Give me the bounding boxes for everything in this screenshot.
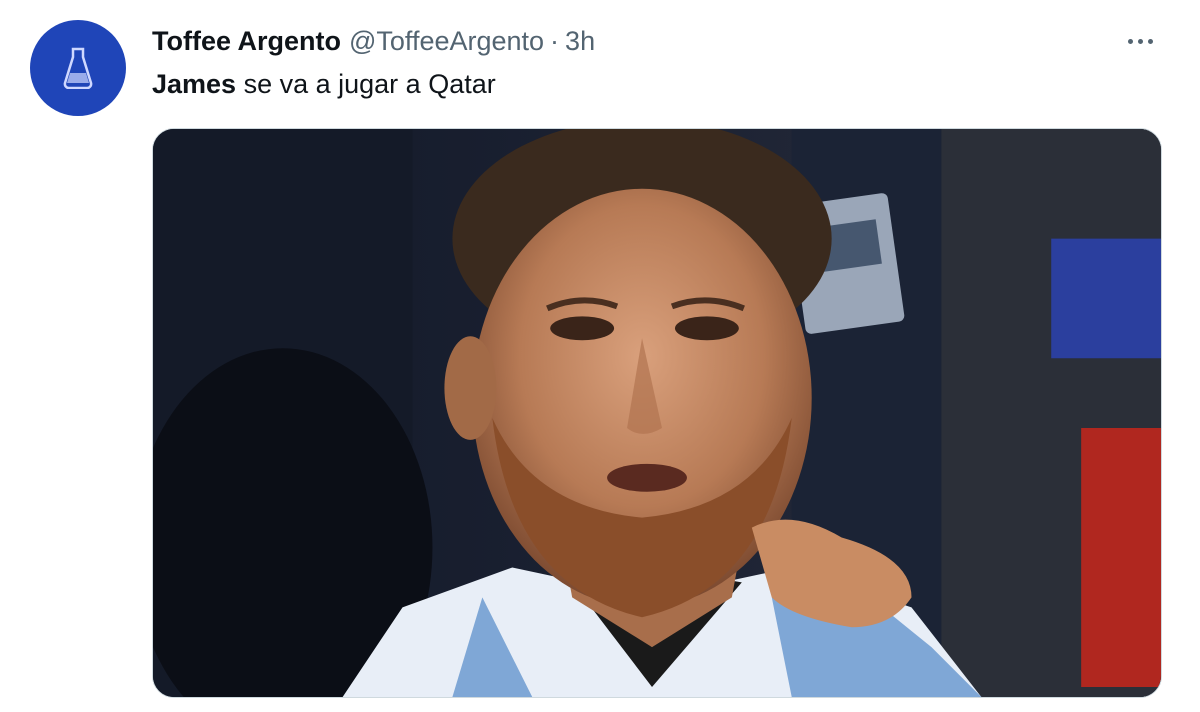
avatar[interactable] (30, 20, 126, 116)
tweet-text: James se va a jugar a Qatar (152, 66, 496, 102)
photo-crying-player (153, 129, 1161, 697)
tweet-text-body: se va a jugar a Qatar (236, 69, 496, 99)
more-options-button[interactable] (1120, 24, 1160, 58)
tweet-text-mention: James (152, 69, 237, 99)
more-horizontal-icon-dot (1137, 38, 1143, 44)
separator-dot: · (550, 26, 560, 56)
tweet-timestamp[interactable]: 3h (565, 24, 595, 58)
tweet-header: Toffee Argento @ToffeeArgento · 3h (152, 24, 595, 58)
more-horizontal-icon (1127, 38, 1133, 44)
author-display-name[interactable]: Toffee Argento (152, 24, 341, 58)
tweet-card[interactable]: Toffee Argento @ToffeeArgento · 3h James… (0, 0, 1200, 712)
author-handle[interactable]: @ToffeeArgento (349, 24, 544, 58)
flask-icon (63, 47, 93, 89)
tweet-media-photo[interactable] (152, 128, 1162, 698)
more-horizontal-icon-dot (1147, 38, 1153, 44)
